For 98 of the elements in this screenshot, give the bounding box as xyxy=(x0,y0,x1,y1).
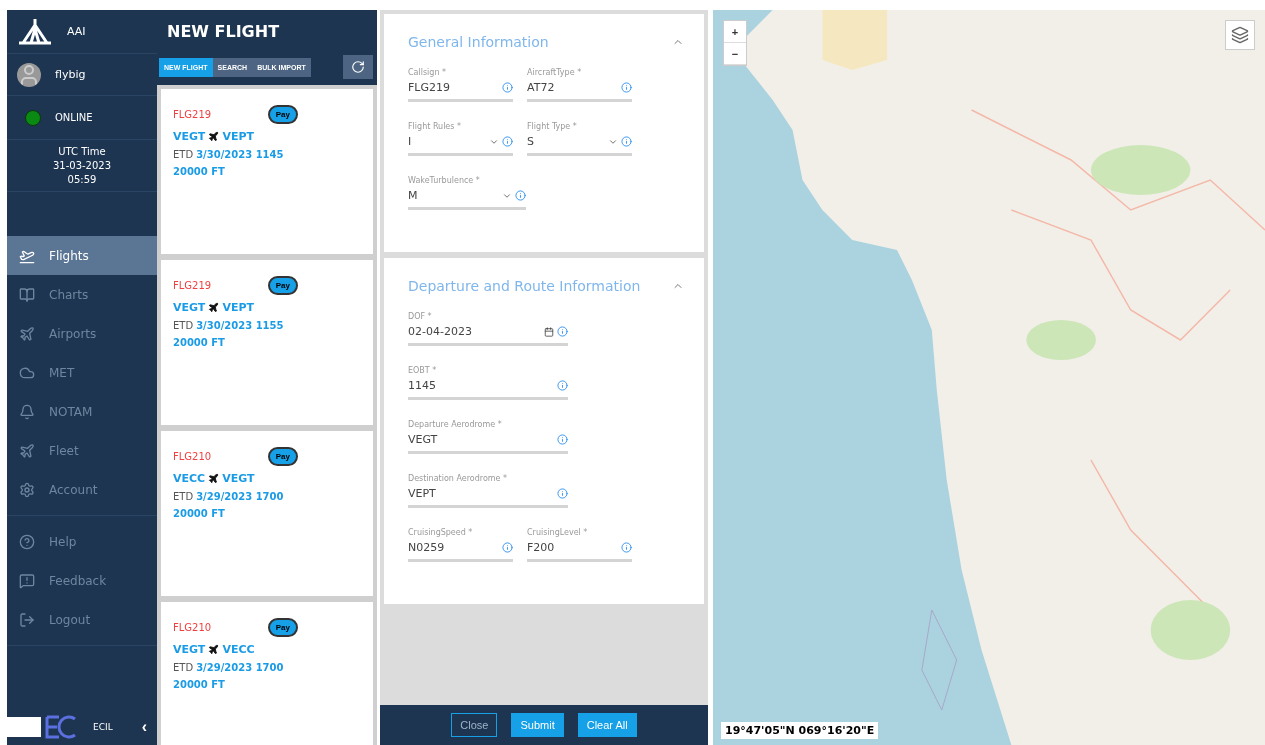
flight-card[interactable]: FLG219 Pay VEGT VEPT ETD 3/30/2023 1155 20000 FT xyxy=(161,260,373,425)
company-name: ECIL xyxy=(93,722,113,732)
flight-level: 20000 FT xyxy=(173,166,226,177)
etd-label: ETD xyxy=(173,320,194,331)
etd-label: ETD xyxy=(173,662,194,673)
select-field[interactable]: I xyxy=(408,135,513,156)
info-icon[interactable] xyxy=(502,82,513,93)
field-label: AircraftType * xyxy=(527,68,583,77)
field-label: Flight Type * xyxy=(527,122,578,131)
field-label: Flight Rules * xyxy=(408,122,462,131)
plane-icon xyxy=(19,442,35,459)
flight-card[interactable]: FLG210 Pay VEGT VECC ETD 3/29/2023 1700 20000 FT xyxy=(161,602,373,745)
field-label: EOBT * xyxy=(408,366,438,375)
field-label: CruisingSpeed * xyxy=(408,528,474,537)
etd-time: 3/29/2023 1700 xyxy=(196,491,284,502)
destination-code: VEPT xyxy=(222,130,254,143)
input-field[interactable]: 1145 xyxy=(408,379,568,400)
callsign: FLG219 xyxy=(173,280,212,291)
input-field[interactable]: VEGT xyxy=(408,433,568,454)
logout-icon xyxy=(19,611,35,628)
origin-code: VEGT xyxy=(173,643,206,656)
field-label: DOF * xyxy=(408,312,433,321)
info-icon[interactable] xyxy=(557,488,568,499)
panel-title: NEW FLIGHT xyxy=(166,21,281,43)
utc-date: 31-03-2023 xyxy=(52,160,112,171)
etd-time: 3/30/2023 1145 xyxy=(196,149,284,160)
input-field[interactable]: VEPT xyxy=(408,487,568,508)
etd-label: ETD xyxy=(173,491,194,502)
help-icon xyxy=(19,533,35,550)
select-field[interactable]: M xyxy=(408,189,526,210)
nav-item[interactable]: Flights xyxy=(7,236,157,275)
map-coordinates: 19°47'05"N 069°16'20"E xyxy=(721,722,879,739)
collapse-button[interactable]: ‹ xyxy=(137,718,151,736)
callsign: FLG219 xyxy=(173,109,212,120)
brand-name: AAI xyxy=(67,25,86,38)
info-icon[interactable] xyxy=(502,136,513,147)
etd-label: ETD xyxy=(173,149,194,160)
input-field[interactable]: N0259 xyxy=(408,541,513,562)
destination-code: VEPT xyxy=(222,301,254,314)
plane-icon xyxy=(208,473,220,484)
field-label: CruisingLevel * xyxy=(527,528,589,537)
origin-code: VEGT xyxy=(173,130,206,143)
origin-code: VEGT xyxy=(173,301,206,314)
logo-icon xyxy=(17,16,53,47)
destination-code: VECC xyxy=(222,643,255,656)
info-icon[interactable] xyxy=(515,190,526,201)
destination-code: VEGT xyxy=(222,472,255,485)
user-name: flybig xyxy=(55,68,86,81)
callsign: FLG210 xyxy=(173,622,212,633)
field-label: Destination Aerodrome * xyxy=(408,474,509,483)
info-icon[interactable] xyxy=(557,326,568,337)
flight-card[interactable]: FLG210 Pay VECC VEGT ETD 3/29/2023 1700 20000 FT xyxy=(161,431,373,596)
flight-level: 20000 FT xyxy=(173,337,226,348)
status-label: ONLINE xyxy=(55,112,93,123)
input-field[interactable]: FLG219 xyxy=(408,81,513,102)
etd-time: 3/30/2023 1155 xyxy=(196,320,284,331)
flight-level: 20000 FT xyxy=(173,679,226,690)
plane-icon xyxy=(208,302,220,313)
pay-button[interactable]: Pay xyxy=(267,276,298,295)
utc-time: 05:59 xyxy=(67,174,97,185)
section-title: Departure and Route Information xyxy=(408,278,641,294)
info-icon[interactable] xyxy=(621,542,632,553)
date-field[interactable]: 02-04-2023 xyxy=(408,325,568,346)
pay-button[interactable]: Pay xyxy=(267,105,298,124)
refresh-icon xyxy=(351,60,365,74)
bell-icon xyxy=(19,403,35,420)
plane-icon xyxy=(208,644,220,655)
pay-button[interactable]: Pay xyxy=(267,447,298,466)
input-field[interactable]: F200 xyxy=(527,541,632,562)
message-alert-icon xyxy=(19,572,35,589)
origin-code: VECC xyxy=(173,472,206,485)
field-label: Callsign * xyxy=(408,68,447,77)
utc-label: UTC Time xyxy=(58,146,106,157)
info-icon[interactable] xyxy=(557,380,568,391)
book-icon xyxy=(19,286,35,303)
field-label: WakeTurbulence * xyxy=(408,176,481,185)
flight-card[interactable]: FLG219 Pay VEGT VEPT ETD 3/30/2023 1145 20000 FT xyxy=(161,89,373,254)
calendar-icon xyxy=(544,326,554,337)
select-field[interactable]: S xyxy=(527,135,632,156)
gear-icon xyxy=(19,481,35,498)
pay-button[interactable]: Pay xyxy=(267,618,298,637)
callsign: FLG210 xyxy=(173,451,212,462)
etd-time: 3/29/2023 1700 xyxy=(196,662,284,673)
avatar-icon xyxy=(17,62,41,87)
field-label: Departure Aerodrome * xyxy=(408,420,503,429)
flight-level: 20000 FT xyxy=(173,508,226,519)
close-button[interactable]: Close xyxy=(451,713,498,737)
section-title: General Information xyxy=(408,34,549,50)
layers-icon xyxy=(1231,26,1249,44)
layers-button[interactable] xyxy=(1225,20,1255,50)
info-icon[interactable] xyxy=(502,542,513,553)
plane-icon xyxy=(208,131,220,142)
info-icon[interactable] xyxy=(621,136,632,147)
plane-icon xyxy=(19,325,35,342)
info-icon[interactable] xyxy=(557,434,568,445)
refresh-button[interactable] xyxy=(343,55,373,79)
input-field[interactable]: AT72 xyxy=(527,81,632,102)
info-icon[interactable] xyxy=(621,82,632,93)
